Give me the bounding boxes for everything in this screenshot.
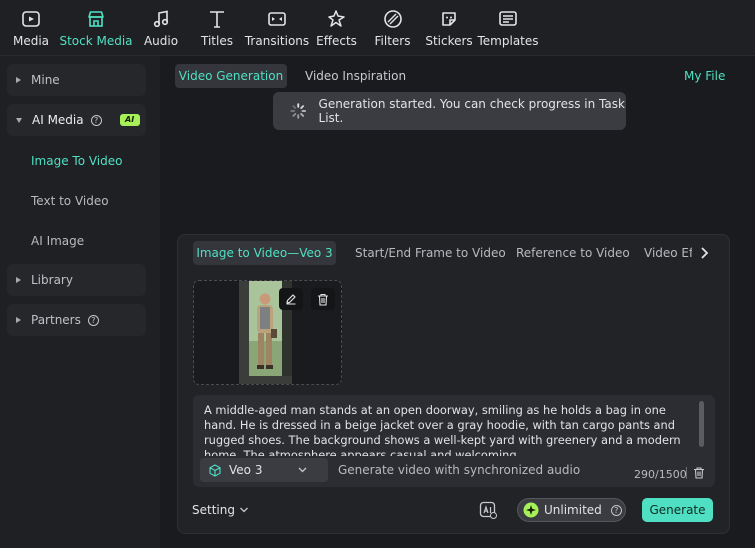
unlimited-label: Unlimited <box>544 503 602 517</box>
model-select-value: Veo 3 <box>229 463 263 477</box>
toolbar-effects[interactable]: Effects <box>316 0 357 56</box>
divider <box>686 467 687 479</box>
effects-sparkle-icon <box>326 8 348 30</box>
pencil-icon <box>286 294 296 305</box>
music-note-icon <box>150 8 172 30</box>
chevron-down-icon[interactable] <box>239 505 249 515</box>
sticker-icon <box>438 8 460 30</box>
toolbar-media-label: Media <box>12 34 50 48</box>
edit-image-button[interactable] <box>279 288 303 310</box>
text-t-icon <box>206 8 228 30</box>
toolbar-titles[interactable]: Titles <box>200 0 234 56</box>
ai-assist-icon[interactable] <box>478 500 498 520</box>
toolbar-stickers-label: Stickers <box>425 34 473 48</box>
sidebar-item-image-to-video[interactable]: Image To Video <box>31 154 122 168</box>
toolbar-templates-label: Templates <box>477 34 539 48</box>
help-icon[interactable]: ? <box>90 114 102 126</box>
delete-image-button[interactable] <box>311 288 335 310</box>
media-icon <box>20 8 42 30</box>
image-upload-area[interactable] <box>193 280 342 385</box>
caret-right-icon <box>16 77 21 83</box>
caret-down-icon <box>16 117 22 123</box>
toolbar-audio[interactable]: Audio <box>143 0 179 56</box>
toolbar-stock-media[interactable]: Stock Media <box>59 0 133 56</box>
top-toolbar: Media Stock Media Audio Titles Transitio… <box>0 0 755 56</box>
tab-video-effects[interactable]: Video Effects <box>644 241 692 265</box>
sidebar-group-label: AI Media <box>32 113 84 127</box>
generate-button[interactable]: Generate <box>642 498 713 522</box>
toolbar-filters-label: Filters <box>374 34 411 48</box>
clear-prompt-icon[interactable] <box>693 467 705 479</box>
caret-right-icon <box>16 277 21 283</box>
sparkle-credit-icon <box>523 502 539 518</box>
sidebar-group-partners[interactable]: Partners ? <box>7 304 146 336</box>
stock-media-icon <box>85 8 107 30</box>
tab-image-to-video-veo3[interactable]: Image to Video—Veo 3 <box>193 241 336 265</box>
toolbar-stickers[interactable]: Stickers <box>425 0 473 56</box>
sidebar-group-label: Partners <box>31 313 81 327</box>
sidebar-group-label: Mine <box>31 73 60 87</box>
help-icon[interactable]: ? <box>610 504 622 516</box>
templates-icon <box>497 8 519 30</box>
tab-video-generation[interactable]: Video Generation <box>175 64 287 88</box>
toolbar-titles-label: Titles <box>201 34 233 48</box>
setting-toggle[interactable]: Setting <box>192 503 235 517</box>
unlimited-credits[interactable]: Unlimited ? <box>517 498 626 522</box>
audio-option-text[interactable]: Generate video with synchronized audio <box>338 463 580 477</box>
toolbar-audio-label: Audio <box>143 34 179 48</box>
toolbar-transitions-label: Transitions <box>244 34 310 48</box>
toolbar-media[interactable]: Media <box>13 0 49 56</box>
trash-icon <box>318 293 328 306</box>
ai-badge: AI <box>119 114 140 126</box>
char-count: 290/1500 <box>634 468 687 481</box>
help-icon[interactable]: ? <box>87 314 99 326</box>
toolbar-stock-media-label: Stock Media <box>59 34 133 48</box>
caret-right-icon <box>16 317 21 323</box>
prompt-box[interactable]: A middle-aged man stands at an open door… <box>193 395 715 487</box>
toast-message: Generation started. You can check progre… <box>318 97 625 125</box>
sidebar-group-library[interactable]: Library <box>7 264 146 296</box>
sidebar-group-label: Library <box>31 273 73 287</box>
toolbar-transitions[interactable]: Transitions <box>244 0 310 56</box>
generation-toast: Generation started. You can check progre… <box>273 92 626 130</box>
prompt-text[interactable]: A middle-aged man stands at an open door… <box>204 403 686 456</box>
toolbar-effects-label: Effects <box>316 34 357 48</box>
chevron-down-icon <box>298 467 307 473</box>
filters-icon <box>382 8 404 30</box>
loading-spinner-icon <box>290 103 307 119</box>
sidebar-group-ai-media[interactable]: AI Media ? AI <box>7 104 146 136</box>
prompt-scrollbar[interactable] <box>699 401 704 447</box>
sidebar-item-ai-image[interactable]: AI Image <box>31 234 84 248</box>
my-file-link[interactable]: My File <box>684 69 725 83</box>
chevron-right-icon[interactable] <box>697 245 711 261</box>
sidebar-item-text-to-video[interactable]: Text to Video <box>31 194 109 208</box>
tab-video-inspiration[interactable]: Video Inspiration <box>305 69 406 83</box>
tab-start-end-frame[interactable]: Start/End Frame to Video <box>355 241 506 265</box>
toolbar-filters[interactable]: Filters <box>374 0 411 56</box>
sidebar-group-mine[interactable]: Mine <box>7 64 146 96</box>
model-select[interactable]: Veo 3 <box>200 458 328 482</box>
cube-icon <box>209 463 221 477</box>
transitions-icon <box>266 8 288 30</box>
tab-reference-to-video[interactable]: Reference to Video <box>516 241 630 265</box>
toolbar-templates[interactable]: Templates <box>478 0 539 56</box>
